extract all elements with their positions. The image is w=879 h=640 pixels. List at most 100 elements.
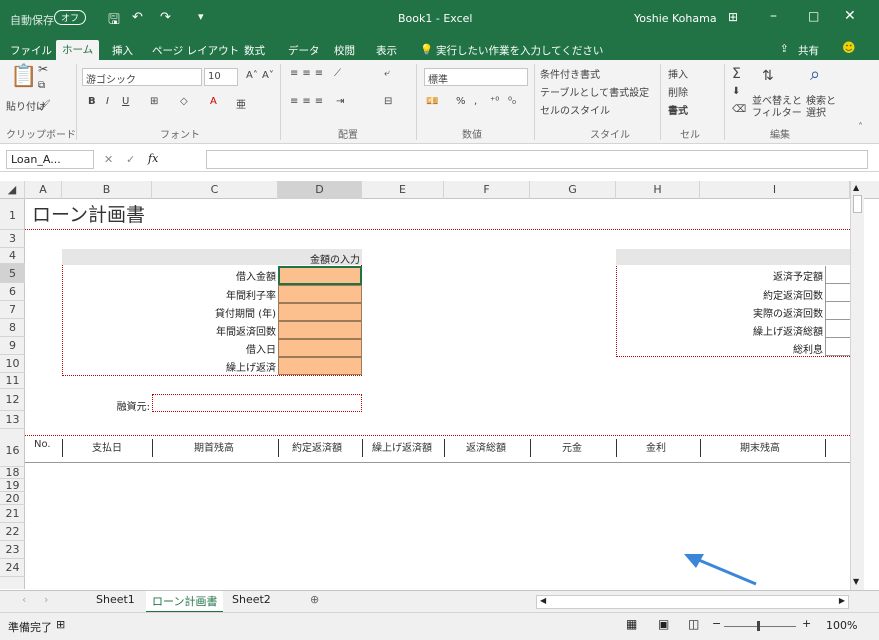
tell-me-input[interactable]: 実行したい作業を入力してください <box>436 41 603 60</box>
row-header[interactable]: 5 <box>0 264 25 283</box>
macro-record-icon[interactable]: ⊞ <box>56 618 65 631</box>
row-header[interactable]: 9 <box>0 337 25 355</box>
column-header-f[interactable]: F <box>444 181 530 199</box>
scroll-up-icon[interactable]: ▲ <box>853 183 859 192</box>
save-icon[interactable]: 🖫 <box>108 9 120 33</box>
zoom-slider-thumb[interactable] <box>757 621 760 631</box>
row-header[interactable]: 21 <box>0 505 25 523</box>
next-sheet-icon[interactable]: › <box>44 593 48 606</box>
underline-icon[interactable]: U <box>122 96 129 107</box>
undo-icon[interactable]: ↶ <box>132 10 143 25</box>
column-header-i[interactable]: I <box>700 181 850 199</box>
vertical-align-icons[interactable]: ≡≡≡ <box>290 68 327 79</box>
column-header-g[interactable]: G <box>530 181 616 199</box>
loan-period-input[interactable] <box>278 303 362 321</box>
autosave-toggle[interactable]: オフ <box>54 10 87 25</box>
insert-function-icon[interactable]: fx <box>148 152 158 165</box>
row-header[interactable]: 22 <box>0 523 25 541</box>
maximize-icon[interactable]: □ <box>808 9 819 23</box>
horizontal-align-icons[interactable]: ≡≡≡ <box>290 96 327 107</box>
delete-cells-button[interactable]: 削除 <box>668 84 688 99</box>
conditional-format-button[interactable]: 条件付き書式 <box>540 66 600 81</box>
column-header-d[interactable]: D <box>278 181 362 199</box>
phonetic-icon[interactable]: 亜 <box>236 96 246 111</box>
minimize-icon[interactable]: – <box>770 8 777 24</box>
find-icon[interactable]: ⌕ <box>810 64 820 85</box>
format-painter-icon[interactable]: 🖌 <box>38 100 51 111</box>
formula-input[interactable] <box>206 150 868 169</box>
lender-input[interactable] <box>152 394 362 412</box>
tab-data[interactable]: データ <box>288 41 320 60</box>
clear-icon[interactable]: ⌫ <box>732 104 746 115</box>
loan-amount-input[interactable] <box>278 266 362 285</box>
normal-view-icon[interactable]: ▦ <box>626 617 637 631</box>
row-header[interactable]: 19 <box>0 479 25 492</box>
sheet-tab-loan-plan[interactable]: ローン計画書 <box>146 591 224 613</box>
scroll-down-icon[interactable]: ▼ <box>853 577 859 586</box>
row-header[interactable]: 12 <box>0 389 25 411</box>
sort-filter-icon[interactable]: ⇅ <box>762 68 774 84</box>
cut-icon[interactable]: ✂ <box>38 62 48 76</box>
close-icon[interactable]: ✕ <box>844 8 856 24</box>
fill-icon[interactable]: ⬇ <box>732 86 740 97</box>
column-header-b[interactable]: B <box>62 181 152 199</box>
row-header[interactable]: 3 <box>0 230 25 248</box>
customize-qat-icon[interactable]: ▾ <box>198 10 204 23</box>
tab-home[interactable]: ホーム <box>56 40 100 60</box>
row-header[interactable]: 8 <box>0 319 25 337</box>
copy-icon[interactable]: ⧉ <box>38 80 45 91</box>
paste-icon[interactable]: 📋 <box>10 64 37 89</box>
italic-icon[interactable]: I <box>106 96 109 107</box>
row-header[interactable]: 16 <box>0 429 25 467</box>
zoom-level[interactable]: 100% <box>826 619 857 632</box>
zoom-slider[interactable] <box>724 626 796 627</box>
font-color-icon[interactable]: A <box>210 96 217 107</box>
autosum-icon[interactable]: Σ <box>732 66 741 82</box>
bold-icon[interactable]: B <box>88 96 96 107</box>
font-size-select[interactable]: 10 <box>204 68 238 86</box>
tab-page-layout[interactable]: ページ レイアウト <box>152 41 239 60</box>
column-header-e[interactable]: E <box>362 181 444 199</box>
prev-sheet-icon[interactable]: ‹ <box>22 593 26 606</box>
row-header[interactable]: 6 <box>0 283 25 301</box>
sort-filter-button[interactable]: 並べ替えと フィルター <box>752 96 802 120</box>
row-header[interactable]: 18 <box>0 467 25 479</box>
tab-review[interactable]: 校閲 <box>334 41 355 60</box>
payments-per-year-input[interactable] <box>278 321 362 339</box>
collapse-ribbon-icon[interactable]: ˄ <box>858 122 863 133</box>
row-header[interactable]: 4 <box>0 248 25 264</box>
smiley-icon[interactable]: ☻ <box>842 39 856 58</box>
cancel-icon[interactable]: ✕ <box>104 153 113 166</box>
percent-icon[interactable]: % <box>456 96 466 107</box>
ribbon-display-icon[interactable]: ⊞ <box>728 10 738 24</box>
zoom-in-icon[interactable]: + <box>802 617 811 630</box>
fill-color-icon[interactable]: ◇ <box>180 96 188 107</box>
sheet-tab-sheet1[interactable]: Sheet1 <box>96 593 135 606</box>
row-header[interactable]: 20 <box>0 492 25 505</box>
row-header[interactable]: 11 <box>0 373 25 389</box>
column-header-a[interactable]: A <box>25 181 62 199</box>
zoom-out-icon[interactable]: − <box>712 617 721 630</box>
row-header[interactable]: 13 <box>0 411 25 429</box>
tab-formulas[interactable]: 数式 <box>244 41 265 60</box>
sheet-tab-sheet2[interactable]: Sheet2 <box>232 593 271 606</box>
share-button[interactable]: 共有 <box>798 41 819 60</box>
accounting-format-icon[interactable]: 💴 <box>426 96 438 107</box>
tab-insert[interactable]: 挿入 <box>112 41 133 60</box>
grow-font-icon[interactable]: A˄ <box>246 70 258 81</box>
orientation-icon[interactable]: ⟋ <box>334 68 341 79</box>
indent-icon[interactable]: ⇥ <box>336 96 344 107</box>
scroll-left-icon[interactable]: ◀ <box>540 596 546 605</box>
row-header[interactable]: 7 <box>0 301 25 319</box>
page-layout-view-icon[interactable]: ▣ <box>658 617 669 631</box>
loan-date-input[interactable] <box>278 339 362 357</box>
row-header[interactable]: 24 <box>0 559 25 577</box>
row-header[interactable]: 23 <box>0 541 25 559</box>
horizontal-scrollbar[interactable]: ◀ ▶ <box>536 595 849 609</box>
borders-icon[interactable]: ⊞ <box>150 96 158 107</box>
vertical-scrollbar[interactable]: ▲ ▼ <box>850 181 864 590</box>
comma-icon[interactable]: , <box>474 96 477 107</box>
format-cells-button[interactable]: 書式 <box>668 102 688 117</box>
row-header[interactable]: 1 <box>0 199 25 230</box>
wrap-text-icon[interactable]: ⤶ <box>384 68 390 79</box>
